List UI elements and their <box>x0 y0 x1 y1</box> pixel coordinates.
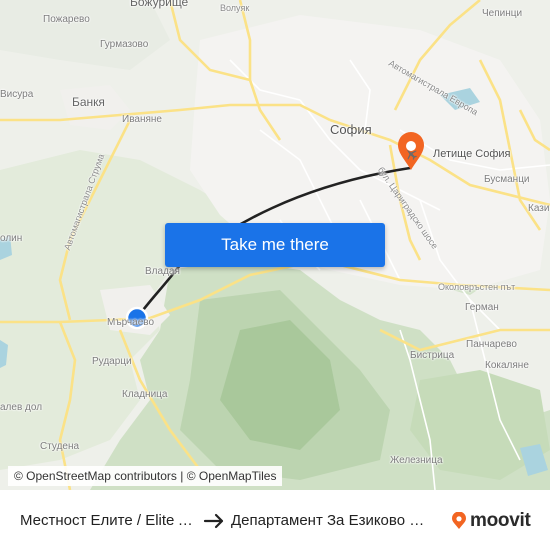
map-label: Банкя <box>72 95 105 109</box>
map-label: София <box>330 122 372 137</box>
route-footer: Местност Елите / Elite Area Департамент … <box>0 490 550 550</box>
moovit-pin-icon <box>452 512 466 529</box>
map-label: Гурмазово <box>100 39 149 50</box>
map-label: Железница <box>390 455 443 466</box>
map-label: Панчарево <box>466 339 517 350</box>
destination-name: Департамент За Езиково Обучение <box>231 512 431 529</box>
road-label: Околовръстен път <box>438 282 516 292</box>
take-me-there-button[interactable]: Take me there <box>165 223 385 267</box>
arrow-right-icon <box>203 513 224 529</box>
map-label: алев дол <box>0 402 43 413</box>
map-label: Летище София <box>433 148 511 160</box>
origin-stop-name: Местност Елите / Elite Area <box>20 512 198 529</box>
map-label: Студена <box>40 441 80 452</box>
map-label: Висура <box>0 89 34 100</box>
map-label: Кокаляне <box>485 360 529 371</box>
map-label: Герман <box>465 302 499 313</box>
map-label: Иваняне <box>122 114 162 125</box>
map-label: Пожарево <box>43 14 90 25</box>
map-label: Кази <box>528 203 550 214</box>
map[interactable]: Пожарево Божурище Волуяк Чепинци Гурмазо… <box>0 0 550 490</box>
map-label: олин <box>0 233 23 244</box>
map-attribution[interactable]: © OpenStreetMap contributors | © OpenMap… <box>8 466 283 486</box>
map-label: Бусманци <box>484 174 530 185</box>
moovit-logo[interactable]: moovit <box>450 509 531 533</box>
map-label: Рударци <box>92 356 132 367</box>
map-label: Чепинци <box>482 8 523 19</box>
map-label: Кладница <box>122 389 168 400</box>
map-label: Владая <box>145 266 180 277</box>
map-label: Бистрица <box>410 350 455 361</box>
map-label: Божурище <box>130 0 189 9</box>
map-label: Волуяк <box>220 3 250 13</box>
map-label: Мърчаево <box>107 317 155 328</box>
moovit-wordmark: moovit <box>470 510 531 531</box>
